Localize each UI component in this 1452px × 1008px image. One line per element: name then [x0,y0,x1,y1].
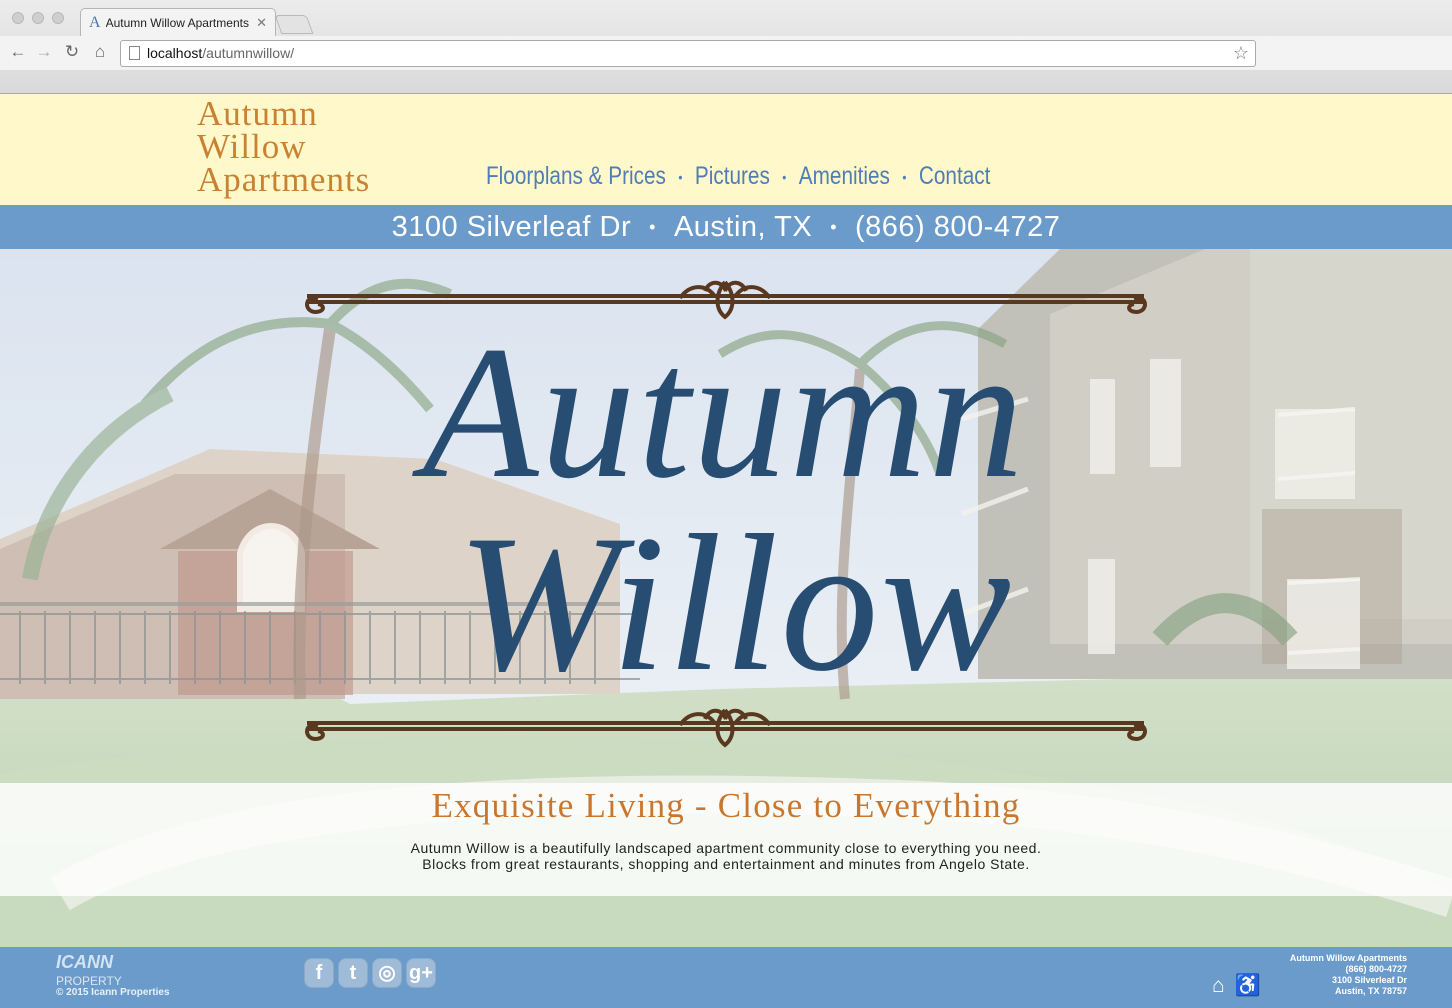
address-strip: 3100 Silverleaf Dr • Austin, TX • (866) … [0,205,1452,249]
footer-contact: Autumn Willow Apartments (866) 800-4727 … [1257,953,1407,997]
hero-description: Autumn Willow is a beautifully landscape… [0,840,1452,872]
footer-phone[interactable]: (866) 800-4727 [1257,964,1407,975]
window-controls[interactable] [12,12,64,24]
zoom-window-button[interactable] [52,12,64,24]
phone-number[interactable]: (866) 800-4727 [855,211,1060,244]
site-favicon: A [89,13,101,31]
close-tab-icon[interactable]: ✕ [256,15,267,31]
footer-brand-name: ICANN [56,952,113,972]
nav-pictures[interactable]: Pictures [695,162,770,191]
site-logo[interactable]: Autumn Willow Apartments [197,94,457,199]
hero-title-autumn: Autumn [411,308,1025,518]
hero-tagline: Exquisite Living - Close to Everything [431,786,1021,825]
street-address: 3100 Silverleaf Dr [391,210,632,243]
footer-property-name: Autumn Willow Apartments [1289,953,1407,963]
nav-separator: • [902,168,907,185]
new-tab-button[interactable] [274,15,314,34]
browser-tabstrip: A Autumn Willow Apartments ✕ [0,0,1452,36]
hero-description-line-1: Autumn Willow is a beautifully landscape… [410,840,1042,856]
compliance-icons: ⌂ ♿ [1212,974,1261,998]
facebook-icon[interactable]: f [304,958,334,988]
nav-amenities[interactable]: Amenities [799,162,890,191]
hero-description-line-2: Blocks from great restaurants, shopping … [422,856,1030,872]
main-navigation: Floorplans & Prices • Pictures • Ameniti… [486,162,990,191]
nav-separator: • [678,168,683,185]
footer-street: 3100 Silverleaf Dr [1331,975,1407,985]
address-bar[interactable]: localhost/autumnwillow/ ☆ [120,40,1256,67]
minimize-window-button[interactable] [32,12,44,24]
city-state: Austin, TX [673,210,813,243]
google-plus-icon[interactable]: g+ [406,958,436,988]
url-path: /autumnwillow/ [202,45,295,61]
forward-icon[interactable]: → [34,42,54,62]
reload-icon[interactable]: ↻ [62,42,82,62]
hero-title-willow: Willow [457,495,1014,712]
browser-chrome: A Autumn Willow Apartments ✕ ← → ↻ ⌂ loc… [0,0,1452,94]
footer-brand-subtitle: PROPERTY [56,974,122,988]
page-icon [129,46,140,60]
url-host: localhost [147,45,203,61]
instagram-icon[interactable]: ◎ [372,958,402,988]
footer-copyright: © 2015 Icann Properties [56,987,170,998]
logo-line-willow: Willow [197,127,307,166]
twitter-icon[interactable]: t [338,958,368,988]
logo-line-apartments: Apartments [197,160,371,199]
bookmark-star-icon[interactable]: ☆ [1233,41,1249,66]
nav-contact[interactable]: Contact [919,162,991,191]
tab-title: Autumn Willow Apartments [105,15,249,30]
address-separator: • [830,216,838,237]
equal-housing-icon: ⌂ [1212,974,1225,997]
social-links: f t ◎ g+ [304,958,436,988]
nav-floorplans-prices[interactable]: Floorplans & Prices [486,162,666,191]
address-separator: • [649,216,656,237]
close-window-button[interactable] [12,12,24,24]
footer-city-zip: Austin, TX 78757 [1334,986,1407,996]
site-footer: ICANN PROPERTY © 2015 Icann Properties f… [0,947,1452,1008]
browser-tab[interactable]: A Autumn Willow Apartments ✕ [80,8,276,36]
logo-line-autumn: Autumn [197,94,318,133]
back-icon[interactable]: ← [8,42,28,62]
home-icon[interactable]: ⌂ [90,42,110,62]
nav-separator: • [782,168,787,185]
